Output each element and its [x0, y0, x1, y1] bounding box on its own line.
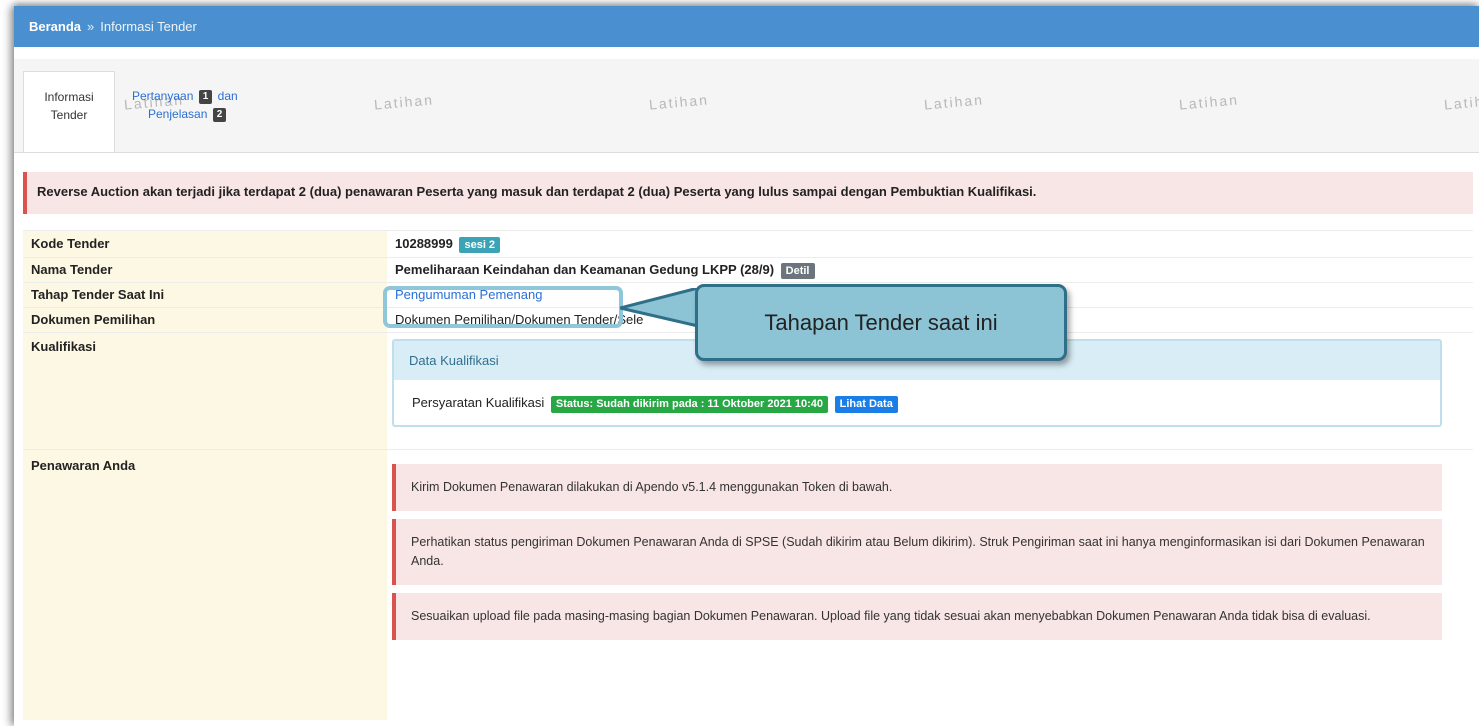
- count-badge: 1: [198, 89, 213, 104]
- watermark: Latihan: [923, 91, 985, 113]
- breadcrumb-home[interactable]: Beranda: [29, 19, 81, 34]
- lihat-data-button[interactable]: Lihat Data: [834, 396, 898, 413]
- tab-label: Tender: [50, 108, 88, 122]
- status-badge: Status: Sudah dikirim pada : 11 Oktober …: [550, 396, 829, 413]
- row-label: Nama Tender: [23, 257, 387, 283]
- watermark: Latihan: [1178, 91, 1240, 113]
- table-row: Nama Tender Pemeliharaan Keindahan dan K…: [23, 257, 1473, 283]
- breadcrumb-current: Informasi Tender: [100, 19, 197, 34]
- page-frame: Beranda » Informasi Tender Latihan Latih…: [14, 6, 1479, 726]
- watermark: Latihan: [373, 91, 435, 113]
- kode-tender-value: 10288999: [395, 236, 453, 251]
- panel-body: Persyaratan Kualifikasi Status: Sudah di…: [394, 380, 1440, 425]
- watermark: Latihan: [1443, 91, 1479, 113]
- tab-bar: Latihan Latihan Latihan Latihan Latihan …: [14, 59, 1479, 153]
- row-label: Kualifikasi: [23, 332, 387, 450]
- reverse-auction-alert: Reverse Auction akan terjadi jika terdap…: [23, 172, 1473, 214]
- row-label: Dokumen Pemilihan: [23, 307, 387, 333]
- tab-label: Informasi: [44, 90, 94, 104]
- info-note: Sesuaikan upload file pada masing-masing…: [392, 593, 1442, 640]
- detil-button[interactable]: Detil: [780, 263, 815, 279]
- tab-pertanyaan-penjelasan[interactable]: Pertanyaan 1 dan Penjelasan 2: [132, 87, 238, 123]
- row-label: Penawaran Anda: [23, 449, 387, 720]
- row-value: 10288999 sesi 2: [387, 230, 1473, 258]
- callout-annotation: Tahapan Tender saat ini: [695, 284, 1067, 361]
- tab-label: Penjelasan: [148, 107, 208, 121]
- count-badge: 2: [212, 107, 227, 122]
- row-value: Pemeliharaan Keindahan dan Keamanan Gedu…: [387, 257, 1473, 283]
- tab-label: dan: [217, 89, 238, 103]
- callout-pointer: [620, 288, 700, 328]
- tab-informasi-tender[interactable]: Informasi Tender: [23, 71, 115, 152]
- row-value: Kirim Dokumen Penawaran dilakukan di Ape…: [387, 449, 1473, 720]
- highlight-box: [383, 286, 623, 328]
- info-note: Kirim Dokumen Penawaran dilakukan di Ape…: [392, 464, 1442, 511]
- sesi-badge: sesi 2: [459, 237, 501, 253]
- watermark: Latihan: [648, 91, 710, 113]
- breadcrumb-separator: »: [87, 19, 95, 34]
- table-row: Kode Tender 10288999 sesi 2: [23, 230, 1473, 258]
- table-row: Penawaran Anda Kirim Dokumen Penawaran d…: [23, 449, 1473, 720]
- nama-tender-value: Pemeliharaan Keindahan dan Keamanan Gedu…: [395, 262, 775, 277]
- tab-label: Pertanyaan: [132, 89, 194, 103]
- breadcrumb: Beranda » Informasi Tender: [14, 6, 1479, 47]
- row-label: Kode Tender: [23, 230, 387, 258]
- persyaratan-label: Persyaratan Kualifikasi: [412, 395, 545, 410]
- row-label: Tahap Tender Saat Ini: [23, 282, 387, 308]
- info-note: Perhatikan status pengiriman Dokumen Pen…: [392, 519, 1442, 585]
